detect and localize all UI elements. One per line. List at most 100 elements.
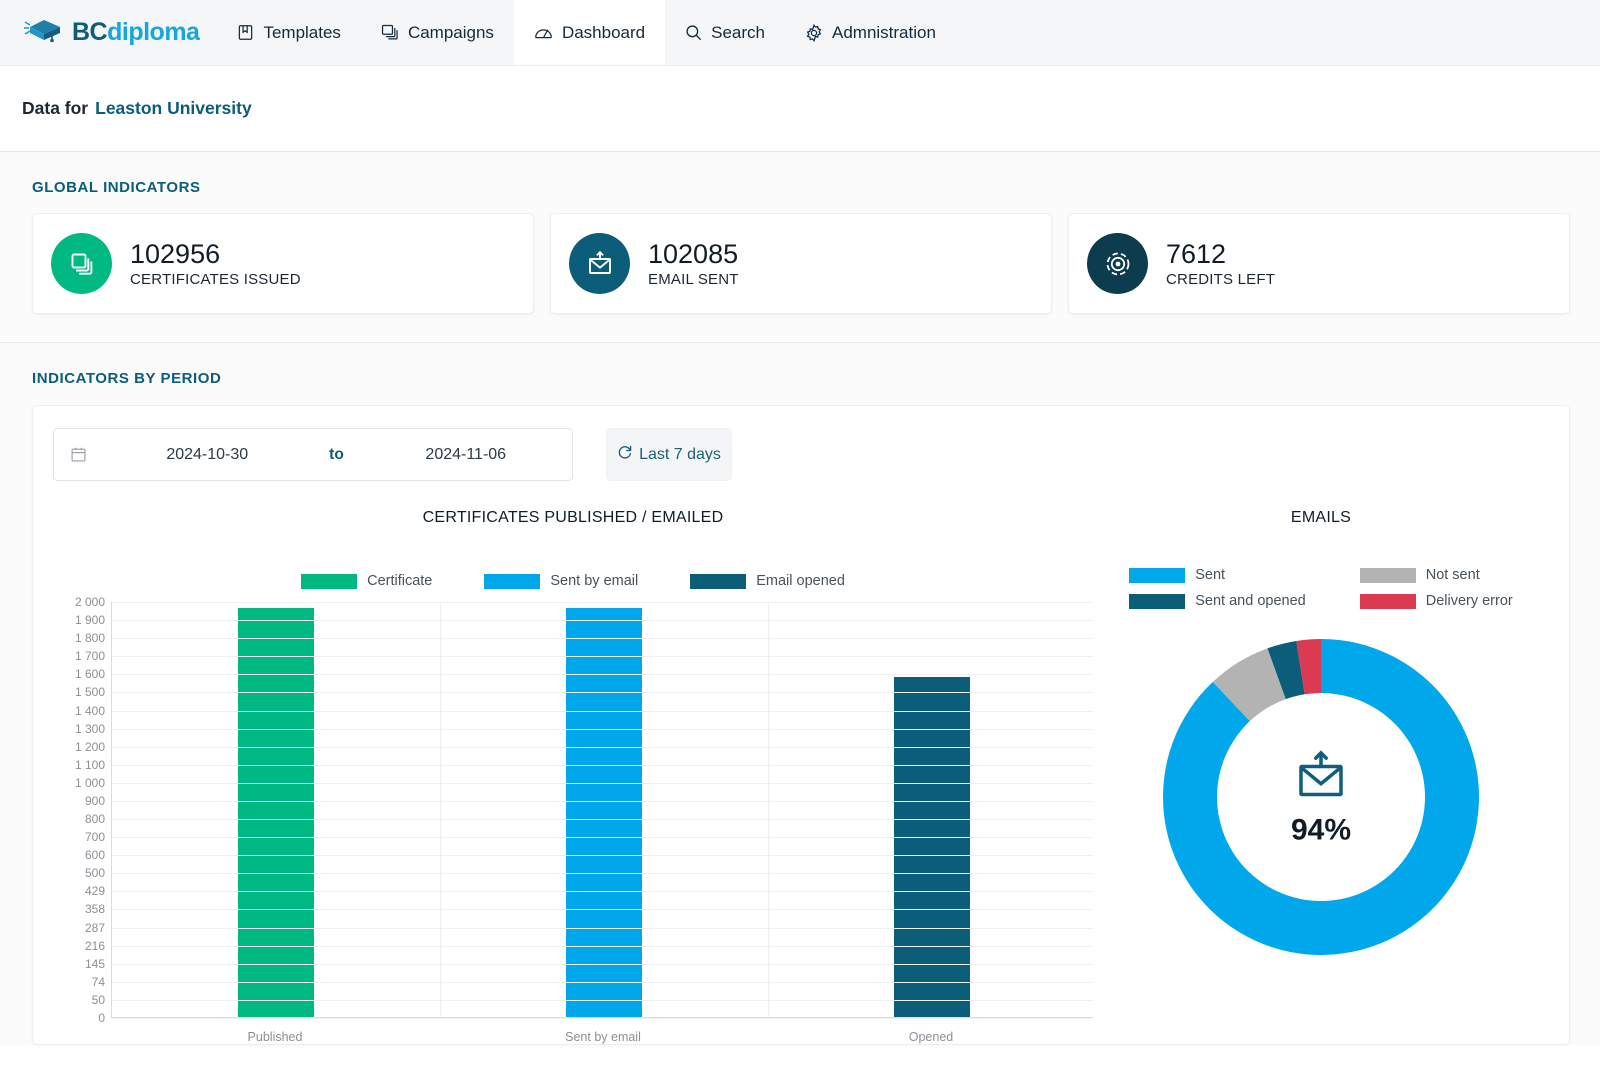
legend-item-certificate[interactable]: Certificate	[301, 573, 432, 589]
y-axis-tick: 900	[85, 794, 105, 808]
y-axis-tick: 50	[92, 993, 105, 1007]
gridline	[112, 964, 1093, 965]
legend-item-not-sent[interactable]: Not sent	[1360, 567, 1513, 583]
legend-label: Sent and opened	[1195, 593, 1305, 609]
nav-item-label: Campaigns	[408, 23, 494, 43]
nav-item-label: Admnistration	[832, 23, 936, 43]
bar-plot-area: 050741452162873584295006007008009001 000…	[53, 602, 1093, 1045]
gridline	[112, 946, 1093, 947]
y-axis-tick: 1 000	[75, 776, 105, 790]
date-range-controls: 2024-10-30 to 2024-11-06 Last 7 days	[53, 428, 1549, 481]
y-axis-tick: 600	[85, 848, 105, 862]
y-axis-tick: 800	[85, 812, 105, 826]
nav-item-dashboard[interactable]: Dashboard	[514, 0, 665, 65]
legend-swatch	[1360, 568, 1416, 583]
global-indicator-cards: 102956 CERTIFICATES ISSUED 102085 EMAIL …	[0, 196, 1600, 342]
y-axis-tick: 1 500	[75, 685, 105, 699]
y-axis-tick: 2 000	[75, 595, 105, 609]
bars-group	[112, 602, 1093, 1017]
gridline	[112, 711, 1093, 712]
x-axis-label: Sent by email	[565, 1030, 641, 1044]
donut-chart-legend: Sent Not sent Sent and opened Delivery e…	[1093, 567, 1549, 609]
x-axis-label: Opened	[909, 1030, 953, 1044]
legend-label: Certificate	[367, 573, 432, 589]
y-axis-tick: 287	[85, 921, 105, 935]
card-label: EMAIL SENT	[648, 271, 739, 288]
gridline	[112, 638, 1093, 639]
y-axis: 050741452162873584295006007008009001 000…	[53, 602, 105, 1018]
y-axis-tick: 0	[98, 1011, 105, 1025]
legend-swatch	[1129, 594, 1185, 609]
graduation-cap-icon	[22, 15, 64, 50]
gridline	[112, 620, 1093, 621]
card-email-sent: 102085 EMAIL SENT	[550, 213, 1052, 314]
date-to-label: to	[314, 446, 360, 464]
donut-percentage: 94%	[1291, 814, 1351, 848]
nav-item-templates[interactable]: Templates	[217, 0, 360, 65]
logo-diploma-text: diploma	[107, 18, 199, 46]
legend-label: Delivery error	[1426, 593, 1513, 609]
gridline	[112, 656, 1093, 657]
gridline	[112, 1018, 1093, 1019]
card-value: 102085	[648, 239, 739, 269]
calendar-icon	[54, 446, 101, 463]
donut-center: 94%	[1291, 747, 1351, 848]
bar-published[interactable]	[238, 608, 314, 1017]
y-axis-tick: 700	[85, 830, 105, 844]
legend-item-delivery-error[interactable]: Delivery error	[1360, 593, 1513, 609]
global-indicators-title: GLOBAL INDICATORS	[0, 152, 1600, 196]
gridline	[112, 801, 1093, 802]
bar-sent-by-email[interactable]	[566, 608, 642, 1017]
organization-name[interactable]: Leaston University	[95, 98, 252, 119]
nav-item-label: Templates	[263, 23, 340, 43]
last-7-days-button[interactable]: Last 7 days	[606, 428, 732, 481]
refresh-icon	[617, 444, 633, 465]
search-icon	[685, 24, 702, 41]
top-navbar: BCdiploma Templates Campaigns	[0, 0, 1600, 66]
gridline	[112, 765, 1093, 766]
email-send-icon	[1291, 747, 1351, 812]
y-axis-tick: 74	[92, 975, 105, 989]
email-send-icon	[569, 233, 630, 294]
dashboard-body: GLOBAL INDICATORS 102956 CERTIFICATES IS…	[0, 152, 1600, 1045]
nav-item-administration[interactable]: Admnistration	[785, 0, 956, 65]
nav-item-search[interactable]: Search	[665, 0, 785, 65]
card-label: CREDITS LEFT	[1166, 271, 1275, 288]
gridline	[112, 602, 1093, 603]
donut-graphic: 94%	[1093, 637, 1549, 957]
gridline	[112, 1000, 1093, 1001]
date-range-picker[interactable]: 2024-10-30 to 2024-11-06	[53, 428, 573, 481]
gridline	[112, 837, 1093, 838]
legend-item-sent-by-email[interactable]: Sent by email	[484, 573, 638, 589]
legend-item-sent[interactable]: Sent	[1129, 567, 1305, 583]
breadcrumb: Data for Leaston University	[0, 66, 1600, 152]
gridline	[112, 891, 1093, 892]
logo[interactable]: BCdiploma	[0, 0, 217, 65]
layers-icon	[381, 24, 399, 41]
gridline	[112, 855, 1093, 856]
y-axis-tick: 216	[85, 939, 105, 953]
y-axis-tick: 429	[85, 884, 105, 898]
legend-swatch	[1360, 594, 1416, 609]
speedometer-icon	[534, 24, 553, 41]
page-title-prefix: Data for	[22, 98, 88, 119]
charts-container: CERTIFICATES PUBLISHED / EMAILED Certifi…	[53, 509, 1549, 1045]
legend-item-sent-and-opened[interactable]: Sent and opened	[1129, 593, 1305, 609]
gridline	[112, 928, 1093, 929]
date-to-input[interactable]: 2024-11-06	[360, 446, 573, 464]
category-divider	[768, 602, 769, 1017]
y-axis-tick: 1 700	[75, 649, 105, 663]
gridline	[112, 819, 1093, 820]
gridline	[112, 909, 1093, 910]
legend-label: Not sent	[1426, 567, 1480, 583]
y-axis-tick: 145	[85, 957, 105, 971]
gridline	[112, 729, 1093, 730]
date-from-input[interactable]: 2024-10-30	[101, 446, 314, 464]
x-axis-label: Published	[248, 1030, 303, 1044]
nav-item-campaigns[interactable]: Campaigns	[361, 0, 514, 65]
gridline	[112, 747, 1093, 748]
legend-swatch	[690, 574, 746, 589]
x-axis-labels: Published Sent by email Opened	[111, 1022, 1093, 1045]
legend-item-email-opened[interactable]: Email opened	[690, 573, 845, 589]
emails-donut-chart: EMAILS Sent Not sent Sent and opened	[1093, 509, 1549, 1045]
